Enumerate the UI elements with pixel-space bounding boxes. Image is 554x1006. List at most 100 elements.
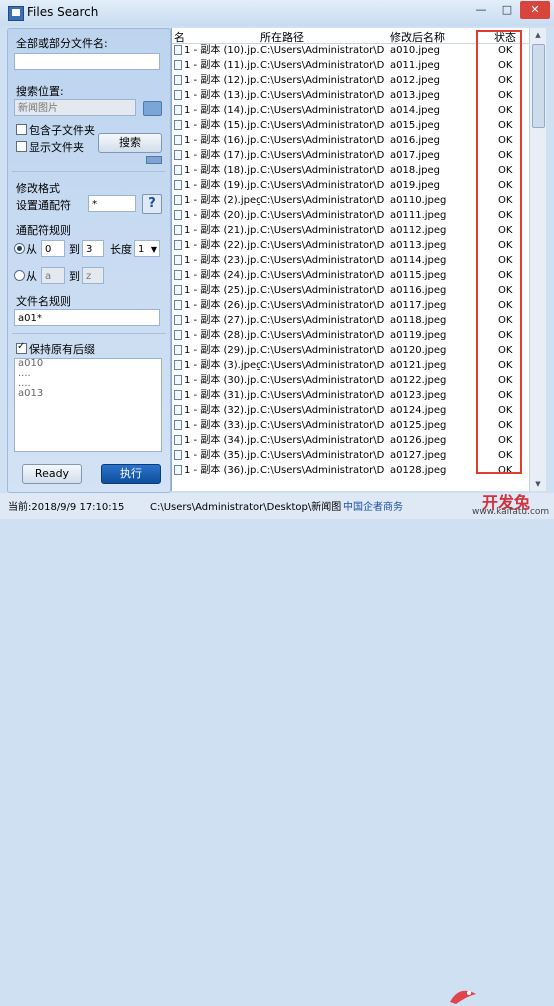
- title-bar: Files Search — □ ✕: [0, 0, 554, 26]
- filename-rule-input[interactable]: a01*: [14, 309, 160, 326]
- file-icon: [174, 195, 182, 205]
- help-button[interactable]: ?: [142, 194, 162, 214]
- to-letter-label: 到: [69, 270, 80, 283]
- show-folders-checkbox[interactable]: [16, 141, 27, 152]
- cell-newname: a0113.jpeg: [390, 240, 447, 251]
- cell-name: 1 - 副本 (28).jp...: [184, 330, 260, 341]
- watermark-text: 中国企者商务: [343, 502, 403, 513]
- divider: [12, 333, 166, 334]
- cell-newname: a0118.jpeg: [390, 315, 447, 326]
- to-input[interactable]: 3: [82, 240, 104, 257]
- cell-newname: a0122.jpeg: [390, 375, 447, 386]
- maximize-button[interactable]: □: [494, 1, 520, 19]
- cell-path: C:\Users\Administrator\De...: [260, 345, 384, 356]
- window-title: Files Search: [27, 5, 99, 19]
- cell-name: 1 - 副本 (22).jp...: [184, 240, 260, 251]
- cell-path: C:\Users\Administrator\De...: [260, 375, 384, 386]
- cell-name: 1 - 副本 (13).jp...: [184, 90, 260, 101]
- cell-newname: a0115.jpeg: [390, 270, 447, 281]
- cell-newname: a0114.jpeg: [390, 255, 447, 266]
- cell-path: C:\Users\Administrator\De...: [260, 120, 384, 131]
- cell-name: 1 - 副本 (21).jp...: [184, 225, 260, 236]
- file-icon: [174, 450, 182, 460]
- file-icon: [174, 180, 182, 190]
- search-panel: 全部或部分文件名: 搜索位置: 新闻图片 包含子文件夹 显示文件夹 搜索 修改格…: [7, 28, 171, 493]
- scroll-thumb[interactable]: [532, 44, 545, 128]
- file-icon: [174, 285, 182, 295]
- file-icon: [174, 420, 182, 430]
- cell-path: C:\Users\Administrator\De...: [260, 165, 384, 176]
- cell-newname: a0117.jpeg: [390, 300, 447, 311]
- cell-path: C:\Users\Administrator\De...: [260, 105, 384, 116]
- location-input[interactable]: 新闻图片: [14, 99, 136, 116]
- from-letter-input[interactable]: a: [41, 267, 65, 284]
- letter-range-radio[interactable]: [14, 270, 25, 281]
- cell-newname: a014.jpeg: [390, 105, 441, 116]
- scroll-up-icon[interactable]: ▲: [530, 28, 546, 42]
- cell-name: 1 - 副本 (16).jp...: [184, 135, 260, 146]
- col-header-newname[interactable]: 修改后名称: [390, 29, 445, 45]
- keep-extension-checkbox[interactable]: [16, 341, 27, 354]
- cell-newname: a018.jpeg: [390, 165, 441, 176]
- cell-newname: a0128.jpeg: [390, 465, 447, 476]
- numeric-range-radio[interactable]: [14, 243, 25, 254]
- from-input[interactable]: 0: [41, 240, 65, 257]
- length-select[interactable]: 1 ▼: [134, 240, 160, 257]
- cell-name: 1 - 副本 (10).jp...: [184, 45, 260, 56]
- file-icon: [174, 60, 182, 70]
- length-value: 1: [138, 244, 145, 255]
- cell-path: C:\Users\Administrator\De...: [260, 255, 384, 266]
- file-icon: [174, 270, 182, 280]
- close-button[interactable]: ✕: [520, 1, 550, 19]
- cell-name: 1 - 副本 (12).jp...: [184, 75, 260, 86]
- cell-path: C:\Users\Administrator\De...: [260, 300, 384, 311]
- scroll-down-icon[interactable]: ▼: [530, 477, 546, 491]
- to-letter-input[interactable]: z: [82, 267, 104, 284]
- file-icon: [174, 435, 182, 445]
- minimize-button[interactable]: —: [468, 1, 494, 19]
- cell-name: 1 - 副本 (29).jp...: [184, 345, 260, 356]
- cell-newname: a0111.jpeg: [390, 210, 447, 221]
- folder-browse-icon[interactable]: [143, 101, 162, 116]
- cell-path: C:\Users\Administrator\De...: [260, 60, 384, 71]
- cell-path: C:\Users\Administrator\De...: [260, 330, 384, 341]
- cell-name: 1 - 副本 (24).jp...: [184, 270, 260, 281]
- ready-button[interactable]: Ready: [22, 464, 82, 484]
- file-icon: [174, 315, 182, 325]
- vertical-scrollbar[interactable]: ▲ ▼: [529, 28, 546, 491]
- chevron-down-icon: ▼: [150, 245, 157, 254]
- cell-path: C:\Users\Administrator\De...: [260, 75, 384, 86]
- wildcard-rules-heading: 通配符规则: [16, 224, 71, 237]
- cell-path: C:\Users\Administrator\De...: [260, 285, 384, 296]
- location-label: 搜索位置:: [16, 85, 64, 98]
- cell-name: 1 - 副本 (14).jp...: [184, 105, 260, 116]
- from-letter-label: 从: [26, 270, 37, 283]
- cell-path: C:\Users\Administrator\De...: [260, 135, 384, 146]
- cell-name: 1 - 副本 (20).jp...: [184, 210, 260, 221]
- preview-list: a010 .... .... a013: [14, 358, 162, 452]
- cell-path: C:\Users\Administrator\De...: [260, 465, 384, 476]
- col-header-name[interactable]: 名: [174, 29, 185, 45]
- cell-path: C:\Users\Administrator\De...: [260, 360, 384, 371]
- execute-button[interactable]: 执行: [101, 464, 161, 484]
- col-header-path[interactable]: 所在路径: [260, 29, 304, 45]
- list-item: a010: [18, 358, 44, 369]
- cell-newname: a0112.jpeg: [390, 225, 447, 236]
- search-button[interactable]: 搜索: [98, 133, 162, 153]
- cell-name: 1 - 副本 (33).jp...: [184, 420, 260, 431]
- include-subfolders-checkbox[interactable]: [16, 124, 27, 135]
- cell-newname: a0119.jpeg: [390, 330, 447, 341]
- filename-input[interactable]: [14, 53, 160, 70]
- cell-name: 1 - 副本 (35).jp...: [184, 450, 260, 461]
- cell-newname: a019.jpeg: [390, 180, 441, 191]
- include-subfolders-label: 包含子文件夹: [29, 124, 95, 137]
- wildcard-input[interactable]: *: [88, 195, 136, 212]
- cell-newname: a0126.jpeg: [390, 435, 447, 446]
- filename-label: 全部或部分文件名:: [16, 37, 108, 50]
- cell-newname: a016.jpeg: [390, 135, 441, 146]
- file-icon: [174, 45, 182, 55]
- cell-name: 1 - 副本 (31).jp...: [184, 390, 260, 401]
- cell-path: C:\Users\Administrator\De...: [260, 210, 384, 221]
- show-folders-label: 显示文件夹: [29, 141, 84, 154]
- cell-newname: a010.jpeg: [390, 45, 441, 56]
